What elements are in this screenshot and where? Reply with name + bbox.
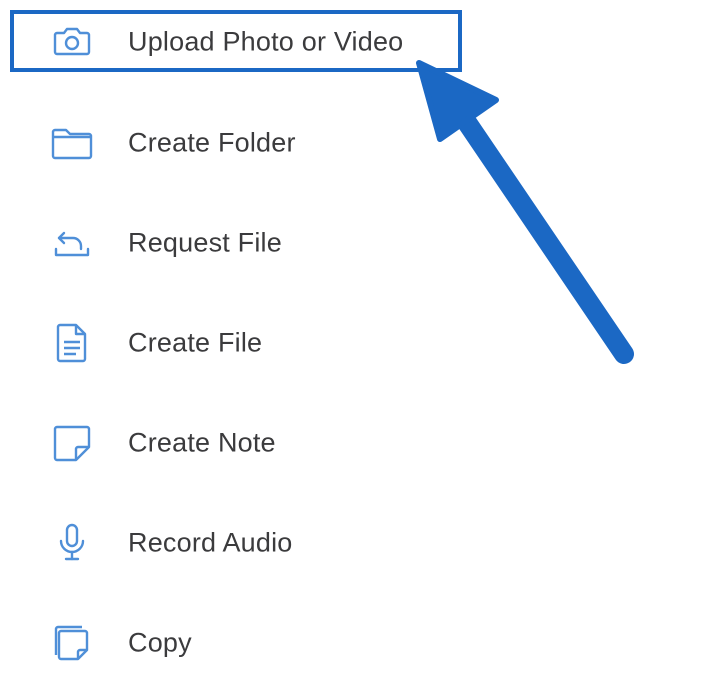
menu-item-copy[interactable]: Copy [0, 611, 560, 675]
document-icon [48, 319, 96, 367]
menu-item-label: Create File [128, 327, 263, 358]
camera-icon [48, 18, 96, 66]
menu-item-record-audio[interactable]: Record Audio [0, 511, 560, 575]
menu-item-label: Copy [128, 627, 192, 658]
menu-item-create-note[interactable]: Create Note [0, 411, 560, 475]
menu-item-create-file[interactable]: Create File [0, 311, 560, 375]
microphone-icon [48, 519, 96, 567]
copy-icon [48, 619, 96, 667]
action-menu: Upload Photo or Video Create Folder Requ… [0, 0, 720, 662]
menu-item-upload-photo-or-video[interactable]: Upload Photo or Video [0, 10, 560, 74]
menu-item-label: Create Folder [128, 127, 296, 158]
menu-item-create-folder[interactable]: Create Folder [0, 111, 560, 175]
menu-item-label: Record Audio [128, 527, 293, 558]
menu-item-label: Request File [128, 227, 282, 258]
menu-item-request-file[interactable]: Request File [0, 211, 560, 275]
request-file-icon [48, 219, 96, 267]
folder-icon [48, 119, 96, 167]
menu-item-label: Upload Photo or Video [128, 26, 404, 57]
note-icon [48, 419, 96, 467]
menu-item-label: Create Note [128, 427, 276, 458]
